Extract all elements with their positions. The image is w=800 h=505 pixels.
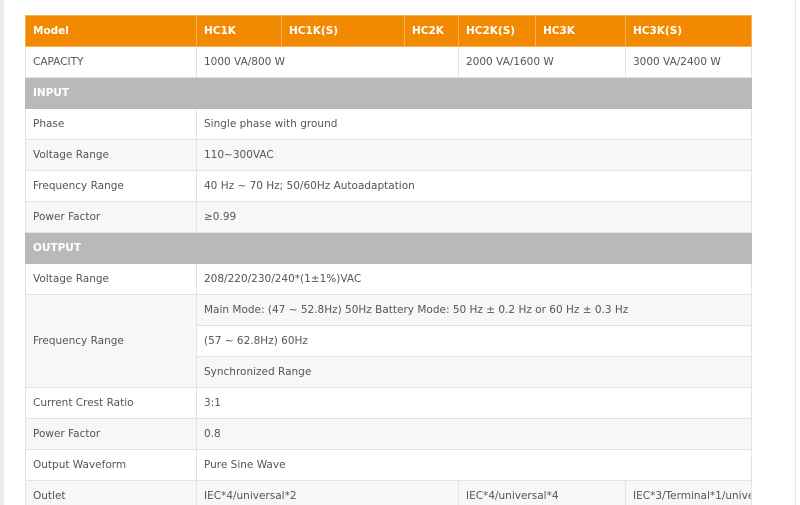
section-output: OUTPUT <box>25 232 752 264</box>
row-label: CAPACITY <box>25 46 197 78</box>
row-label: Current Crest Ratio <box>25 387 197 419</box>
table-row: Frequency Range 40 Hz ~ 70 Hz; 50/60Hz A… <box>25 170 752 202</box>
row-value: ≥0.99 <box>196 201 752 233</box>
scroll-edge <box>795 0 796 505</box>
row-value: Main Mode: (47 ~ 52.8Hz) 50Hz Battery Mo… <box>196 294 752 326</box>
row-label: Phase <box>25 108 197 140</box>
table-row: Voltage Range 208/220/230/240*(1±1%)VAC <box>25 263 752 295</box>
table-row: Current Crest Ratio 3:1 <box>25 387 752 419</box>
table-row: Phase Single phase with ground <box>25 108 752 140</box>
header-hc2k: HC2K <box>404 15 459 47</box>
row-value: 40 Hz ~ 70 Hz; 50/60Hz Autoadaptation <box>196 170 752 202</box>
left-border <box>0 0 4 505</box>
header-row: Model HC1K HC1K(S) HC2K HC2K(S) HC3K HC3… <box>25 15 752 47</box>
row-value: (57 ~ 62.8Hz) 60Hz <box>196 325 752 357</box>
table-row: Voltage Range 110~300VAC <box>25 139 752 171</box>
row-label: Power Factor <box>25 418 197 450</box>
spec-table: Model HC1K HC1K(S) HC2K HC2K(S) HC3K HC3… <box>25 15 752 505</box>
table-row-capacity: CAPACITY 1000 VA/800 W 2000 VA/1600 W 30… <box>25 46 752 78</box>
row-value: 110~300VAC <box>196 139 752 171</box>
capacity-hc3k: 3000 VA/2400 W <box>625 46 752 78</box>
section-title: INPUT <box>25 77 752 109</box>
outlet-hc2k: IEC*4/universal*4 <box>458 480 626 505</box>
page: Model HC1K HC1K(S) HC2K HC2K(S) HC3K HC3… <box>0 0 800 505</box>
table-row-outlet: Outlet IEC*4/universal*2 IEC*4/universal… <box>25 480 752 505</box>
capacity-hc2k: 2000 VA/1600 W <box>458 46 626 78</box>
header-model: Model <box>25 15 197 47</box>
section-input: INPUT <box>25 77 752 109</box>
row-label: Power Factor <box>25 201 197 233</box>
row-value: Synchronized Range <box>196 356 752 388</box>
row-value: Single phase with ground <box>196 108 752 140</box>
header-hc1k-s: HC1K(S) <box>281 15 405 47</box>
header-hc3k: HC3K <box>535 15 626 47</box>
row-value: Pure Sine Wave <box>196 449 752 481</box>
row-label: Output Waveform <box>25 449 197 481</box>
row-label: Voltage Range <box>25 139 197 171</box>
outlet-hc3k: IEC*3/Terminal*1/universal*3 <box>625 480 752 505</box>
table-row: Power Factor 0.8 <box>25 418 752 450</box>
table-row: Frequency Range Main Mode: (47 ~ 52.8Hz)… <box>25 294 752 388</box>
header-hc3k-s: HC3K(S) <box>625 15 752 47</box>
row-value: 3:1 <box>196 387 752 419</box>
capacity-hc1k: 1000 VA/800 W <box>196 46 459 78</box>
row-value: 0.8 <box>196 418 752 450</box>
outlet-hc1k: IEC*4/universal*2 <box>196 480 459 505</box>
row-label: Voltage Range <box>25 263 197 295</box>
row-value: 208/220/230/240*(1±1%)VAC <box>196 263 752 295</box>
row-label: Frequency Range <box>25 294 197 388</box>
row-label: Outlet <box>25 480 197 505</box>
table-row: Power Factor ≥0.99 <box>25 201 752 233</box>
header-hc2k-s: HC2K(S) <box>458 15 536 47</box>
section-title: OUTPUT <box>25 232 752 264</box>
row-label: Frequency Range <box>25 170 197 202</box>
header-hc1k: HC1K <box>196 15 282 47</box>
table-row: Output Waveform Pure Sine Wave <box>25 449 752 481</box>
